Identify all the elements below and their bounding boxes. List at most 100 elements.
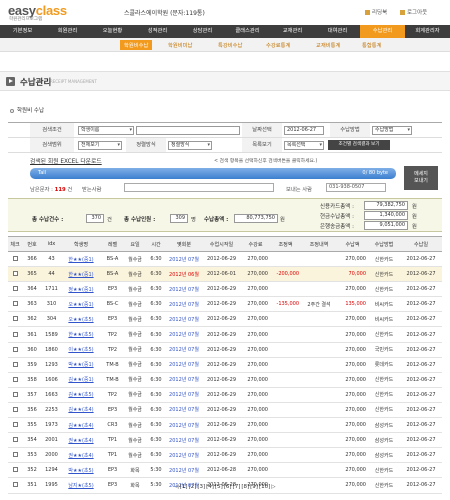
student-name[interactable]: 한★★(초5) xyxy=(61,326,101,343)
pager-prev-icon[interactable]: ◁ xyxy=(175,484,179,490)
table-row[interactable]: 364 1711 정★★(중1) EP3 월수금 6:30 2012년 07월 2012-06… xyxy=(8,281,442,298)
excel-download-link[interactable]: 검색된 회원 EXCEL 다운로드 xyxy=(30,156,102,165)
send-message-button[interactable]: 메세지 보내기 xyxy=(404,166,438,190)
subnav-item[interactable]: 학원비미납 xyxy=(168,41,192,49)
pager-page[interactable]: [4] xyxy=(206,484,214,490)
student-name[interactable]: 박★★(초5) xyxy=(61,462,101,479)
student-name[interactable]: 김★★(초4) xyxy=(61,417,101,434)
nav-item[interactable]: 성적관리 xyxy=(135,25,180,38)
row-checkbox[interactable] xyxy=(12,452,18,458)
table-row[interactable]: 365 44 한★★(중1) BS-A 월수금 6:30 2012년 06월 2012-06-… xyxy=(8,266,442,283)
pager-page[interactable]: [2] xyxy=(189,484,197,490)
student-name[interactable]: 한★★(중1) xyxy=(61,266,101,283)
subnav-item[interactable]: 교재비통계 xyxy=(316,41,340,49)
row-checkbox[interactable] xyxy=(12,256,18,262)
subnav-item[interactable]: 통합통계 xyxy=(362,41,382,49)
logout-link[interactable]: 로그아웃 xyxy=(400,8,427,16)
student-name[interactable]: 김★★(초4) xyxy=(61,402,101,419)
row-checkbox[interactable] xyxy=(12,301,18,307)
table-row[interactable]: 366 43 한★★(중1) BS-A 월수금 6:30 2012년 07월 2012-06-… xyxy=(8,251,442,268)
reading-book-link[interactable]: 리딩북 xyxy=(365,8,387,16)
table-row[interactable]: 355 1973 김★★(초4) CR3 월수금 6:30 2012년 07월 2012-06… xyxy=(8,417,442,434)
row-checkbox[interactable] xyxy=(12,286,18,292)
pager-page[interactable]: [10] xyxy=(259,484,270,490)
table-row[interactable]: 362 304 오★★(초5) EP3 월수금 6:30 2012년 07월 2012-06-… xyxy=(8,311,442,328)
pager-page[interactable]: [9] xyxy=(250,484,258,490)
nav-item[interactable]: 교재관리 xyxy=(270,25,315,38)
row-checkbox-cell xyxy=(8,251,22,268)
table-row[interactable]: 358 1606 김★★(중1) TM-B 월수금 6:30 2012년 07월 2012-0… xyxy=(8,372,442,388)
row-checkbox[interactable] xyxy=(12,361,18,367)
method-select[interactable]: 수납방법 xyxy=(372,126,412,135)
search-keyword-input[interactable] xyxy=(136,126,240,135)
row-checkbox[interactable] xyxy=(12,376,18,382)
table-row[interactable]: 352 1294 박★★(초5) EP3 화목 5:30 2012년 07월 2012-06-… xyxy=(8,462,442,479)
pager-next-icon[interactable]: ▷ xyxy=(271,484,275,490)
column-header: 수업시작일 xyxy=(202,236,241,252)
pay-method: 롯데카드 xyxy=(368,357,400,373)
row-checkbox[interactable] xyxy=(12,346,18,352)
nav-item[interactable]: 회원관리 xyxy=(45,25,90,38)
row-checkbox[interactable] xyxy=(12,331,18,337)
nav-item[interactable]: 클래스관리 xyxy=(225,25,270,38)
table-row[interactable]: 356 2253 김★★(초4) EP3 월수금 6:30 2012년 07월 2012-06… xyxy=(8,402,442,419)
pager-page[interactable]: [5] xyxy=(215,484,223,490)
row-checkbox[interactable] xyxy=(12,271,18,277)
range-select[interactable]: 전체보기 xyxy=(78,141,122,150)
nav-item[interactable]: 오늘현황 xyxy=(90,25,135,38)
subnav-item[interactable]: 특강비수납 xyxy=(218,41,242,49)
nav-item[interactable]: 대여관리 xyxy=(315,25,360,38)
reply-number-input[interactable]: 031-938-0507 xyxy=(326,183,386,192)
table-row[interactable]: 360 1860 이★★(초5) TP2 월수금 6:30 2012년 07월 2012-06… xyxy=(8,342,442,358)
paid-amount: 270,000 xyxy=(337,251,368,268)
nav-item[interactable]: 수납관리 xyxy=(360,25,405,38)
search-cond-select[interactable]: 학생이름 xyxy=(78,126,134,135)
student-name[interactable]: 이★★(초5) xyxy=(61,342,101,358)
row-checkbox[interactable] xyxy=(12,437,18,443)
table-row[interactable]: 361 1589 한★★(초5) TP2 월수금 6:30 2012년 07월 2012-06… xyxy=(8,326,442,343)
nav-item[interactable]: 기본정보 xyxy=(0,25,45,38)
subnav-item[interactable]: 학원비수납 xyxy=(120,40,153,50)
pager-page[interactable]: [3] xyxy=(197,484,205,490)
student-name[interactable]: 정★★(중1) xyxy=(61,281,101,298)
student-name[interactable]: 권★★(초4) xyxy=(61,447,101,464)
table-row[interactable]: 357 1663 김★★(초5) TP2 월수금 6:30 2012년 07월 2012-06… xyxy=(8,387,442,403)
sort-select[interactable]: 정렬방식 xyxy=(168,141,212,150)
table-row[interactable]: 359 1293 박★★(중1) TM-B 월수금 6:30 2012년 07월 2012-0… xyxy=(8,357,442,373)
adjust-note xyxy=(301,372,337,388)
view-select[interactable]: 목록선택 xyxy=(284,141,324,150)
fee: 270,000 xyxy=(241,387,270,403)
fee: 270,000 xyxy=(241,357,270,373)
table-row[interactable]: 354 2001 권★★(초4) TP1 월수금 6:30 2012년 07월 2012-06… xyxy=(8,432,442,449)
row-checkbox[interactable] xyxy=(12,422,18,428)
pager-page[interactable]: [7] xyxy=(233,484,241,490)
date-input[interactable]: 2012-06-27 xyxy=(284,126,324,135)
weekday: 월수금 xyxy=(124,296,146,313)
weekday: 월수금 xyxy=(124,417,146,434)
student-name[interactable]: 김★★(중1) xyxy=(61,372,101,388)
pager-page[interactable]: [6] xyxy=(224,484,232,490)
nav-item[interactable]: 회계관리자 xyxy=(405,25,450,38)
student-name[interactable]: 오★★(초5) xyxy=(61,311,101,328)
table-row[interactable]: 353 2000 권★★(초4) TP1 월수금 6:30 2012년 07월 2012-06… xyxy=(8,447,442,464)
student-name[interactable]: 김★★(초5) xyxy=(61,387,101,403)
student-name[interactable]: 박★★(중1) xyxy=(61,357,101,373)
student-name[interactable]: 오★★(중1) xyxy=(61,296,101,313)
pay-method: 비씨카드 xyxy=(368,296,400,313)
nav-item[interactable]: 상담관리 xyxy=(180,25,225,38)
row-checkbox[interactable] xyxy=(12,316,18,322)
student-name[interactable]: 한★★(중1) xyxy=(61,251,101,268)
receiver-input[interactable] xyxy=(124,183,274,192)
level: EP3 xyxy=(101,281,124,298)
pager-page[interactable]: [8] xyxy=(241,484,249,490)
row-checkbox[interactable] xyxy=(12,391,18,397)
student-name[interactable]: 권★★(초4) xyxy=(61,432,101,449)
pager-page[interactable]: [1] xyxy=(180,484,188,490)
table-row[interactable]: 363 310 오★★(중1) BS-C 월수금 6:30 2012년 07월 2012-06… xyxy=(8,296,442,313)
row-checkbox[interactable] xyxy=(12,467,18,473)
subnav-item[interactable]: 수강료통계 xyxy=(266,41,290,49)
sms-message-bar[interactable]: Tall 0/ 80 byte xyxy=(30,168,396,179)
filter-search-button[interactable]: 조건별 검색결과 보기 xyxy=(328,140,390,150)
row-checkbox[interactable] xyxy=(12,406,18,412)
filter-row-1: 검색조건 학생이름 날짜선택 2012-06-27 수납방법 수납방법 xyxy=(8,123,442,138)
